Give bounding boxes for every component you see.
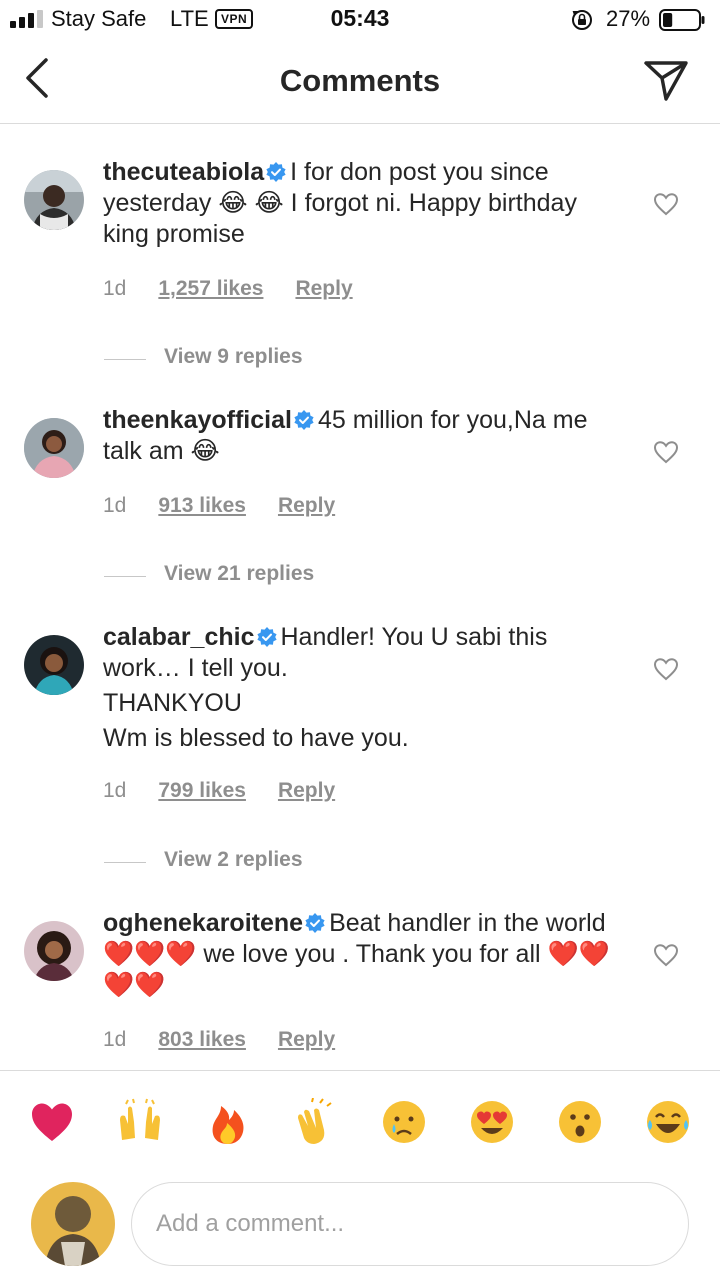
comment-message-line: THANKYOU: [103, 689, 242, 717]
reply-button[interactable]: Reply: [295, 277, 352, 300]
page-title: Comments: [279, 63, 441, 98]
comment-message-line: Wm is blessed to have you.: [103, 724, 409, 752]
comment-meta: 1d 803 likes Reply: [103, 1028, 367, 1052]
comment-meta: 1d 913 likes Reply: [103, 494, 367, 518]
view-replies-label: View 2 replies: [164, 848, 303, 871]
reaction-crying-face-button[interactable]: [380, 1098, 428, 1146]
view-replies-button[interactable]: View 9 replies: [104, 344, 404, 374]
reaction-heart-button[interactable]: [28, 1098, 76, 1146]
view-replies-label: View 21 replies: [164, 562, 315, 585]
reaction-clap-button[interactable]: [292, 1098, 340, 1146]
header: Comments: [0, 42, 720, 124]
view-replies-label: View 9 replies: [164, 345, 303, 368]
divider-line: [104, 576, 146, 577]
reply-button[interactable]: Reply: [278, 779, 335, 802]
quick-reactions-bar: [0, 1070, 720, 1170]
heart-icon: [653, 658, 679, 681]
carrier-name: Stay Safe: [51, 6, 147, 31]
heart-icon: [653, 944, 679, 967]
vpn-badge: VPN: [215, 9, 254, 29]
heart-icon: [653, 441, 679, 464]
divider-line: [104, 862, 146, 863]
comment-input[interactable]: [131, 1182, 689, 1266]
likes-count[interactable]: 803 likes: [158, 1028, 246, 1051]
avatar[interactable]: [24, 921, 84, 981]
comment-meta: 1d 799 likes Reply: [103, 779, 367, 803]
verified-badge-icon: [266, 162, 286, 182]
reaction-surprised-face-button[interactable]: [556, 1098, 604, 1146]
comment-age: 1d: [103, 277, 127, 300]
comment-text: theenkayofficial 45 million for you,Na me…: [103, 405, 623, 467]
comment-age: 1d: [103, 779, 127, 802]
comment-text: thecuteabiola I for don post you since ye…: [103, 157, 623, 250]
battery-icon: [659, 9, 705, 31]
comment-message: Beat handler in the world: [329, 909, 606, 937]
back-button[interactable]: [18, 56, 62, 100]
laughing-emoji: 😂: [254, 189, 284, 217]
likes-count[interactable]: 913 likes: [158, 494, 246, 517]
reaction-fire-button[interactable]: [204, 1098, 252, 1146]
like-heart-button[interactable]: [653, 440, 679, 464]
likes-count[interactable]: 799 likes: [158, 779, 246, 802]
comment-username[interactable]: thecuteabiola: [103, 158, 264, 186]
comment-username[interactable]: oghenekaroitene: [103, 909, 303, 937]
comment-age: 1d: [103, 494, 127, 517]
reply-button[interactable]: Reply: [278, 494, 335, 517]
comment-username[interactable]: theenkayofficial: [103, 406, 292, 434]
laughing-emoji: 😂: [218, 189, 248, 217]
comment-message-space: [248, 189, 255, 217]
likes-count[interactable]: 1,257 likes: [158, 277, 263, 300]
avatar[interactable]: [24, 170, 84, 230]
verified-badge-icon: [305, 913, 325, 933]
battery-percent: 27%: [606, 6, 651, 31]
signal-icon: [10, 10, 43, 28]
divider-line: [104, 359, 146, 360]
heart-icon: [653, 193, 679, 216]
comment-age: 1d: [103, 1028, 127, 1051]
status-bar: Stay Safe LTE VPN 05:43 27%: [0, 0, 720, 40]
paper-plane-icon: [644, 61, 688, 101]
avatar[interactable]: [24, 418, 84, 478]
hearts-emoji: ❤️❤️❤️: [103, 940, 197, 968]
reaction-raised-hands-button[interactable]: [116, 1098, 164, 1146]
comment-meta: 1d 1,257 likes Reply: [103, 277, 385, 301]
comment-text: calabar_chic Handler! You U sabi this wor…: [103, 622, 623, 754]
comment-username[interactable]: calabar_chic: [103, 623, 255, 651]
verified-badge-icon: [256, 627, 277, 647]
comment-composer: [0, 1170, 720, 1280]
my-avatar[interactable]: [31, 1182, 115, 1266]
share-button[interactable]: [640, 56, 692, 104]
like-heart-button[interactable]: [653, 192, 679, 216]
reply-button[interactable]: Reply: [278, 1028, 335, 1051]
laughing-emoji: 😂: [190, 437, 220, 465]
comment-message: we love you . Thank you for all: [196, 940, 548, 968]
comment-text: oghenekaroitene Beat handler in the world…: [103, 908, 623, 1001]
network-type: LTE: [170, 6, 209, 31]
like-heart-button[interactable]: [653, 943, 679, 967]
view-replies-button[interactable]: View 21 replies: [104, 561, 404, 591]
view-replies-button[interactable]: View 2 replies: [104, 847, 404, 877]
avatar[interactable]: [24, 635, 84, 695]
orientation-lock-icon: [572, 10, 592, 30]
like-heart-button[interactable]: [653, 657, 679, 681]
reaction-laughing-face-button[interactable]: [644, 1098, 692, 1146]
verified-badge-icon: [294, 410, 314, 430]
reaction-heart-eyes-button[interactable]: [468, 1098, 516, 1146]
chevron-left-icon: [26, 58, 48, 98]
